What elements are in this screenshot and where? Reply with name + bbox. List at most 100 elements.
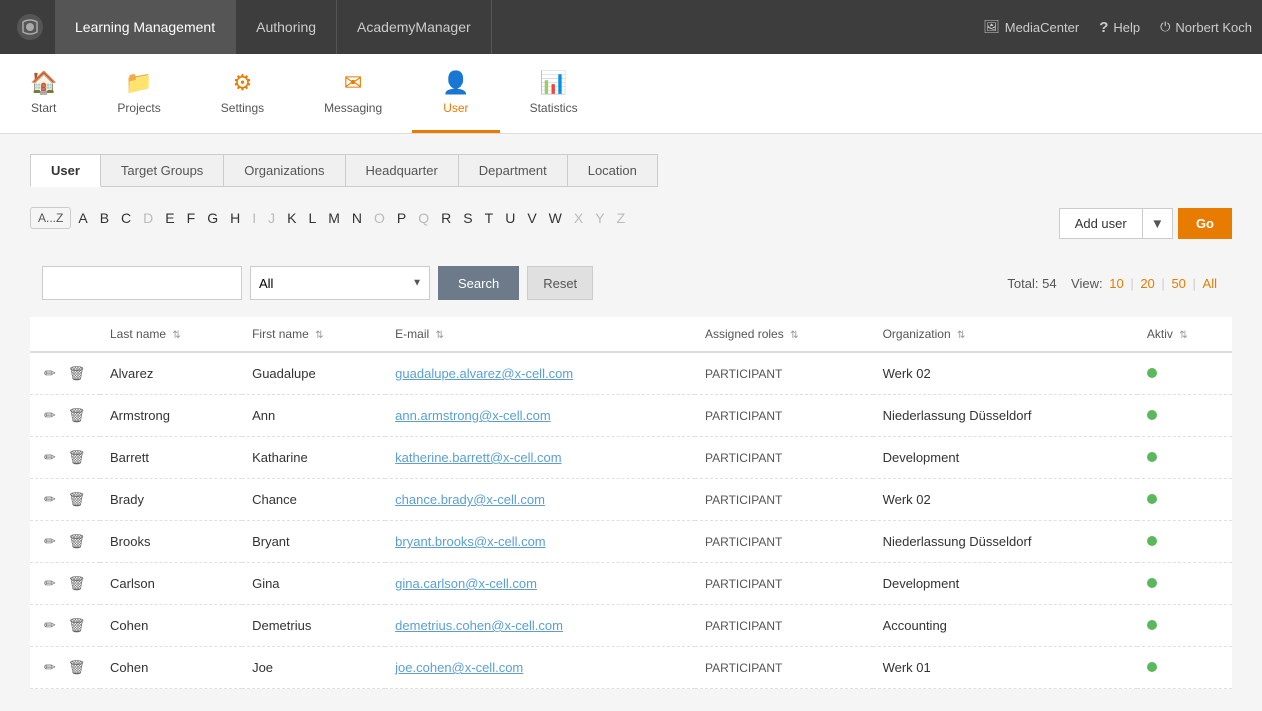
add-user-dropdown-button[interactable]: ▼ xyxy=(1143,208,1173,239)
alpha-r[interactable]: R xyxy=(436,207,456,229)
nav-user[interactable]: 👤 User xyxy=(412,54,499,133)
search-button[interactable]: Search xyxy=(438,266,519,300)
reset-button[interactable]: Reset xyxy=(527,266,593,300)
filter-select[interactable]: All Active Inactive xyxy=(250,266,430,300)
delete-button[interactable]: 🗑 xyxy=(64,363,90,384)
help-icon: ? xyxy=(1099,19,1108,36)
alpha-i[interactable]: I xyxy=(247,207,261,229)
col-org[interactable]: Organization ⇅ xyxy=(873,317,1137,352)
tab-user[interactable]: User xyxy=(30,154,101,187)
app-tab-learning[interactable]: Learning Management xyxy=(55,0,236,54)
col-aktiv[interactable]: Aktiv ⇅ xyxy=(1137,317,1232,352)
edit-button[interactable]: ✏ xyxy=(40,489,60,510)
alpha-d[interactable]: D xyxy=(138,207,158,229)
alpha-c[interactable]: C xyxy=(116,207,136,229)
view-all[interactable]: All xyxy=(1203,276,1217,291)
go-button[interactable]: Go xyxy=(1178,208,1232,239)
alpha-b[interactable]: B xyxy=(95,207,114,229)
delete-button[interactable]: 🗑 xyxy=(64,405,90,426)
email-link[interactable]: katherine.barrett@x-cell.com xyxy=(395,450,561,465)
view-50[interactable]: 50 xyxy=(1171,276,1185,291)
alpha-j[interactable]: J xyxy=(263,207,280,229)
edit-button[interactable]: ✏ xyxy=(40,447,60,468)
section-tabs: User Target Groups Organizations Headqua… xyxy=(30,154,1232,187)
delete-button[interactable]: 🗑 xyxy=(64,615,90,636)
nav-statistics[interactable]: 📊 Statistics xyxy=(500,54,608,133)
alpha-g[interactable]: G xyxy=(202,207,223,229)
nav-projects[interactable]: 📁 Projects xyxy=(87,54,190,133)
alpha-w[interactable]: W xyxy=(544,207,567,229)
row-actions: ✏ 🗑 xyxy=(40,405,90,426)
edit-button[interactable]: ✏ xyxy=(40,405,60,426)
nav-messaging[interactable]: ✉ Messaging xyxy=(294,54,412,133)
nav-settings[interactable]: ⚙ Settings xyxy=(191,54,294,133)
pagination-info: Total: 54 View: 10 | 20 | 50 | All xyxy=(1007,276,1220,291)
tab-location[interactable]: Location xyxy=(567,154,658,187)
email-link[interactable]: gina.carlson@x-cell.com xyxy=(395,576,537,591)
delete-button[interactable]: 🗑 xyxy=(64,489,90,510)
alpha-o[interactable]: O xyxy=(369,207,390,229)
tab-organizations[interactable]: Organizations xyxy=(223,154,345,187)
tab-department[interactable]: Department xyxy=(458,154,568,187)
alpha-v[interactable]: V xyxy=(522,207,541,229)
total-count: 54 xyxy=(1042,276,1056,291)
az-button[interactable]: A...Z xyxy=(30,207,71,229)
alpha-e[interactable]: E xyxy=(160,207,179,229)
cell-role: PARTICIPANT xyxy=(695,352,873,395)
cell-lastname: Alvarez xyxy=(100,352,242,395)
alpha-p[interactable]: P xyxy=(392,207,411,229)
alpha-z[interactable]: Z xyxy=(612,207,631,229)
email-link[interactable]: guadalupe.alvarez@x-cell.com xyxy=(395,366,573,381)
delete-button[interactable]: 🗑 xyxy=(64,531,90,552)
alpha-y[interactable]: Y xyxy=(590,207,609,229)
email-link[interactable]: chance.brady@x-cell.com xyxy=(395,492,545,507)
alpha-k[interactable]: K xyxy=(282,207,301,229)
alpha-n[interactable]: N xyxy=(347,207,367,229)
view-10[interactable]: 10 xyxy=(1109,276,1123,291)
nav-user-label: User xyxy=(443,101,468,115)
search-input[interactable] xyxy=(42,266,242,300)
delete-button[interactable]: 🗑 xyxy=(64,573,90,594)
delete-button[interactable]: 🗑 xyxy=(64,447,90,468)
alpha-u[interactable]: U xyxy=(500,207,520,229)
edit-button[interactable]: ✏ xyxy=(40,363,60,384)
email-link[interactable]: demetrius.cohen@x-cell.com xyxy=(395,618,563,633)
cell-org: Accounting xyxy=(873,605,1137,647)
col-email[interactable]: E-mail ⇅ xyxy=(385,317,695,352)
user-profile[interactable]: ⏻ Norbert Koch xyxy=(1160,19,1252,35)
nav-start[interactable]: 🏠 Start xyxy=(0,54,87,133)
edit-button[interactable]: ✏ xyxy=(40,531,60,552)
tab-target-groups[interactable]: Target Groups xyxy=(100,154,224,187)
email-link[interactable]: bryant.brooks@x-cell.com xyxy=(395,534,545,549)
alpha-f[interactable]: F xyxy=(182,207,201,229)
cell-firstname: Chance xyxy=(242,479,385,521)
delete-button[interactable]: 🗑 xyxy=(64,657,90,678)
alpha-h[interactable]: H xyxy=(225,207,245,229)
alpha-m[interactable]: M xyxy=(323,207,345,229)
mediacenter-link[interactable]: 🖼 MediaCenter xyxy=(983,19,1079,35)
alpha-q[interactable]: Q xyxy=(413,207,434,229)
add-user-button[interactable]: Add user xyxy=(1059,208,1143,239)
alpha-t[interactable]: T xyxy=(480,207,499,229)
app-tab-authoring[interactable]: Authoring xyxy=(236,0,337,54)
view-20[interactable]: 20 xyxy=(1140,276,1154,291)
edit-button[interactable]: ✏ xyxy=(40,615,60,636)
main-content: User Target Groups Organizations Headqua… xyxy=(0,134,1262,709)
alpha-x[interactable]: X xyxy=(569,207,588,229)
edit-button[interactable]: ✏ xyxy=(40,657,60,678)
edit-button[interactable]: ✏ xyxy=(40,573,60,594)
col-lastname[interactable]: Last name ⇅ xyxy=(100,317,242,352)
email-link[interactable]: ann.armstrong@x-cell.com xyxy=(395,408,551,423)
col-firstname[interactable]: First name ⇅ xyxy=(242,317,385,352)
app-tab-academy[interactable]: AcademyManager xyxy=(337,0,492,54)
cell-status xyxy=(1137,437,1232,479)
cell-role: PARTICIPANT xyxy=(695,479,873,521)
alpha-a[interactable]: A xyxy=(73,207,92,229)
alpha-l[interactable]: L xyxy=(303,207,321,229)
email-link[interactable]: joe.cohen@x-cell.com xyxy=(395,660,523,675)
alpha-s[interactable]: S xyxy=(458,207,477,229)
help-link[interactable]: ? Help xyxy=(1099,19,1140,36)
tab-headquarter[interactable]: Headquarter xyxy=(345,154,459,187)
col-roles[interactable]: Assigned roles ⇅ xyxy=(695,317,873,352)
cell-email: gina.carlson@x-cell.com xyxy=(385,563,695,605)
